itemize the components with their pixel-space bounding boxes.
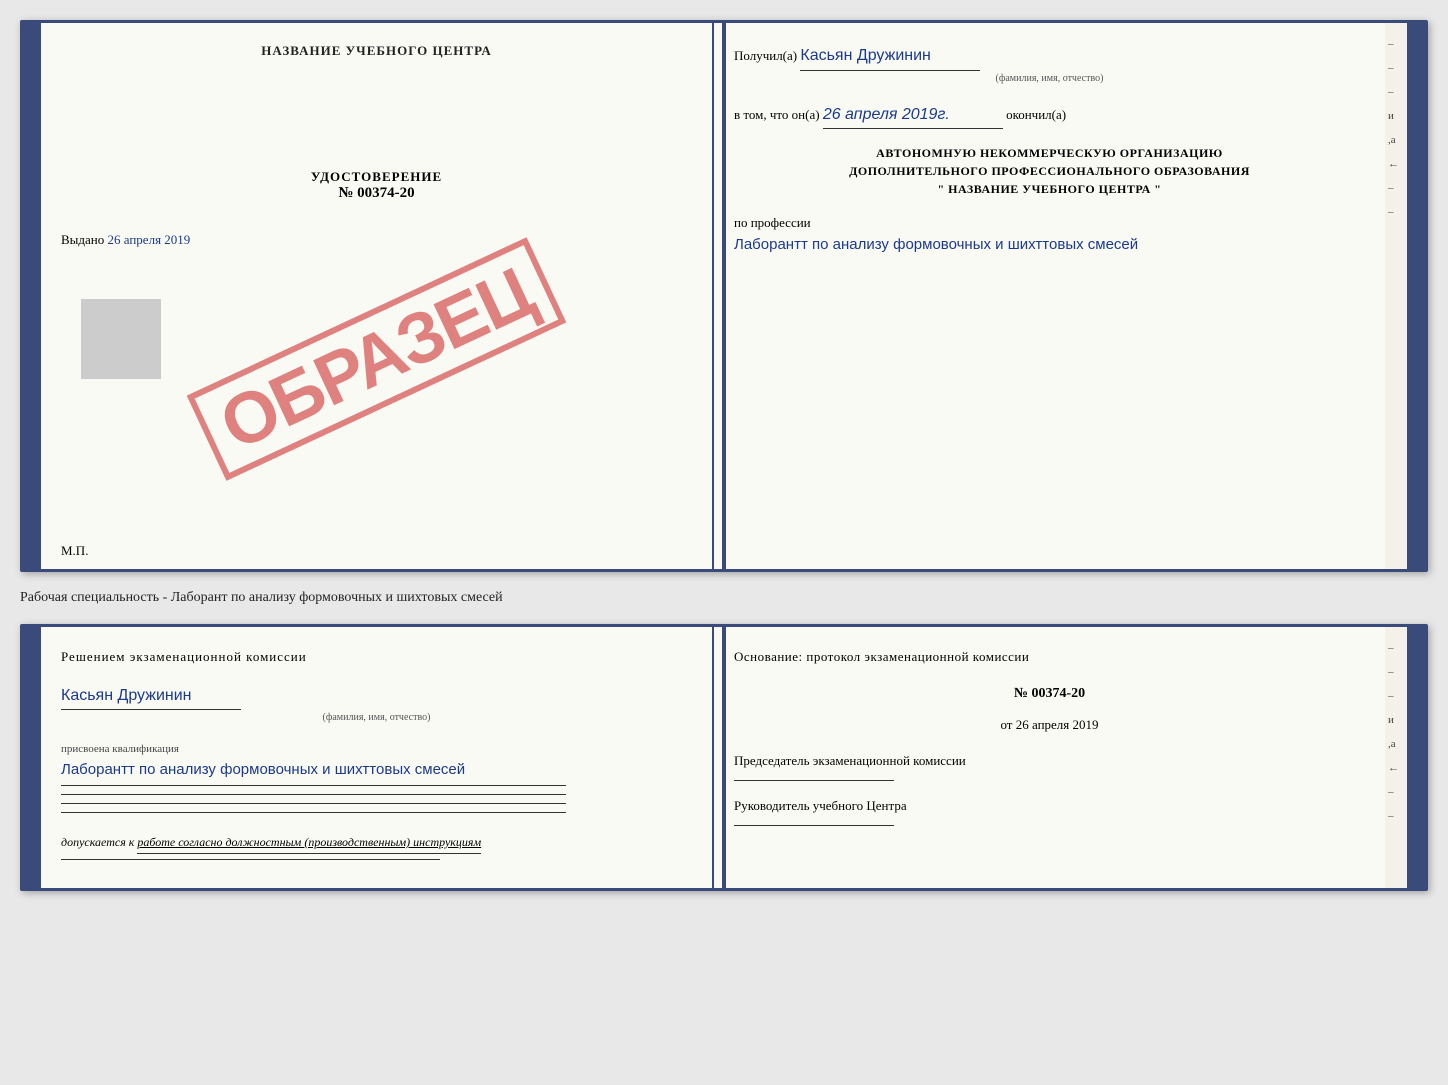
qualification-label: присвоена квалификация — [61, 741, 692, 759]
date-value: 26 апреля 2019г. — [823, 102, 1003, 130]
profession-block: по профессии Лаборантт по анализу формов… — [734, 213, 1365, 255]
issued-prefix: Выдано — [61, 232, 104, 247]
spine-left — [23, 23, 41, 569]
line2 — [61, 794, 566, 795]
chairman-label: Председатель экзаменационной комиссии — [734, 751, 1365, 772]
cert-number-block: УДОСТОВЕРЕНИЕ № 00374-20 — [61, 169, 692, 202]
director-signature-line — [734, 825, 894, 826]
allowed-value: работе согласно должностным (производств… — [137, 833, 481, 854]
cert-title: НАЗВАНИЕ УЧЕБНОГО ЦЕНТРА — [61, 43, 692, 59]
spine-right — [1407, 23, 1425, 569]
bottom-name-line: Касьян Дружинин (фамилия, имя, отчество) — [61, 683, 692, 727]
bottom-name-sublabel: (фамилия, имя, отчество) — [61, 710, 692, 726]
qualification-block: присвоена квалификация Лаборантт по анал… — [61, 741, 692, 780]
inst-line2: ДОПОЛНИТЕЛЬНОГО ПРОФЕССИОНАЛЬНОГО ОБРАЗО… — [734, 162, 1365, 180]
date-from-prefix: от — [1000, 717, 1012, 732]
recipient-name: Касьян Дружинин — [800, 43, 980, 71]
book-left-page: НАЗВАНИЕ УЧЕБНОГО ЦЕНТРА УДОСТОВЕРЕНИЕ №… — [41, 23, 714, 569]
bottom-left-page: Решением экзаменационной комиссии Касьян… — [41, 627, 714, 888]
protocol-date: от 26 апреля 2019 — [734, 715, 1365, 736]
stamp-obrazec: ОБРАЗЕЦ — [91, 209, 662, 509]
line1 — [61, 785, 566, 786]
recipient-prefix: Получил(а) — [734, 48, 797, 63]
bottom-spine-left — [23, 627, 41, 888]
cert-label: УДОСТОВЕРЕНИЕ — [61, 169, 692, 185]
date-line: в том, что он(а) 26 апреля 2019г. окончи… — [734, 102, 1365, 130]
profession-label: по профессии — [734, 213, 1365, 234]
specialty-line: Рабочая специальность - Лаборант по анал… — [20, 584, 1428, 612]
director-block: Руководитель учебного Центра — [734, 796, 1365, 826]
photo-placeholder — [81, 299, 161, 379]
profession-value: Лаборантт по анализу формовочных и шихтт… — [734, 234, 1365, 255]
right-edge-bottom: – – – и ,а ← – – — [1385, 627, 1407, 888]
protocol-date-value: 26 апреля 2019 — [1016, 717, 1099, 732]
mp-label: М.П. — [61, 543, 88, 559]
cert-number: № 00374-20 — [61, 185, 692, 202]
issued-date-value: 26 апреля 2019 — [108, 232, 191, 247]
page-container: НАЗВАНИЕ УЧЕБНОГО ЦЕНТРА УДОСТОВЕРЕНИЕ №… — [20, 20, 1428, 891]
decision-title: Решением экзаменационной комиссии — [61, 647, 692, 668]
recipient-sublabel: (фамилия, имя, отчество) — [734, 71, 1365, 87]
inst-line1: АВТОНОМНУЮ НЕКОММЕРЧЕСКУЮ ОРГАНИЗАЦИЮ — [734, 144, 1365, 162]
date-prefix: в том, что он(а) — [734, 107, 820, 122]
bottom-right-page: Основание: протокол экзаменационной коми… — [714, 627, 1385, 888]
line5 — [61, 859, 440, 860]
chairman-signature-line — [734, 780, 894, 781]
protocol-number: № 00374-20 — [734, 683, 1365, 705]
basis-title: Основание: протокол экзаменационной коми… — [734, 647, 1365, 668]
allowed-block: допускается к работе согласно должностны… — [61, 833, 692, 854]
bottom-spine-right — [1407, 627, 1425, 888]
director-label: Руководитель учебного Центра — [734, 796, 1365, 817]
line3 — [61, 803, 566, 804]
right-edge-top: – – – и ,а ← – – — [1385, 23, 1407, 569]
qualification-value: Лаборантт по анализу формовочных и шихтт… — [61, 759, 692, 780]
stamp-area: УДОСТОВЕРЕНИЕ № 00374-20 Выдано 26 апрел… — [61, 169, 692, 549]
bottom-document: Решением экзаменационной комиссии Касьян… — [20, 624, 1428, 891]
institution-block: АВТОНОМНУЮ НЕКОММЕРЧЕСКУЮ ОРГАНИЗАЦИЮ ДО… — [734, 144, 1365, 198]
finished-label: окончил(а) — [1006, 107, 1066, 122]
inst-line3: " НАЗВАНИЕ УЧЕБНОГО ЦЕНТРА " — [734, 180, 1365, 198]
chairman-block: Председатель экзаменационной комиссии — [734, 751, 1365, 781]
recipient-line: Получил(а) Касьян Дружинин (фамилия, имя… — [734, 43, 1365, 87]
top-document: НАЗВАНИЕ УЧЕБНОГО ЦЕНТРА УДОСТОВЕРЕНИЕ №… — [20, 20, 1428, 572]
issued-date: Выдано 26 апреля 2019 — [61, 232, 692, 248]
obrazec-text: ОБРАЗЕЦ — [187, 237, 567, 481]
bottom-name-value: Касьян Дружинин — [61, 683, 241, 711]
book-right-page: Получил(а) Касьян Дружинин (фамилия, имя… — [714, 23, 1385, 569]
line4 — [61, 812, 566, 813]
allowed-prefix: допускается к — [61, 835, 134, 849]
